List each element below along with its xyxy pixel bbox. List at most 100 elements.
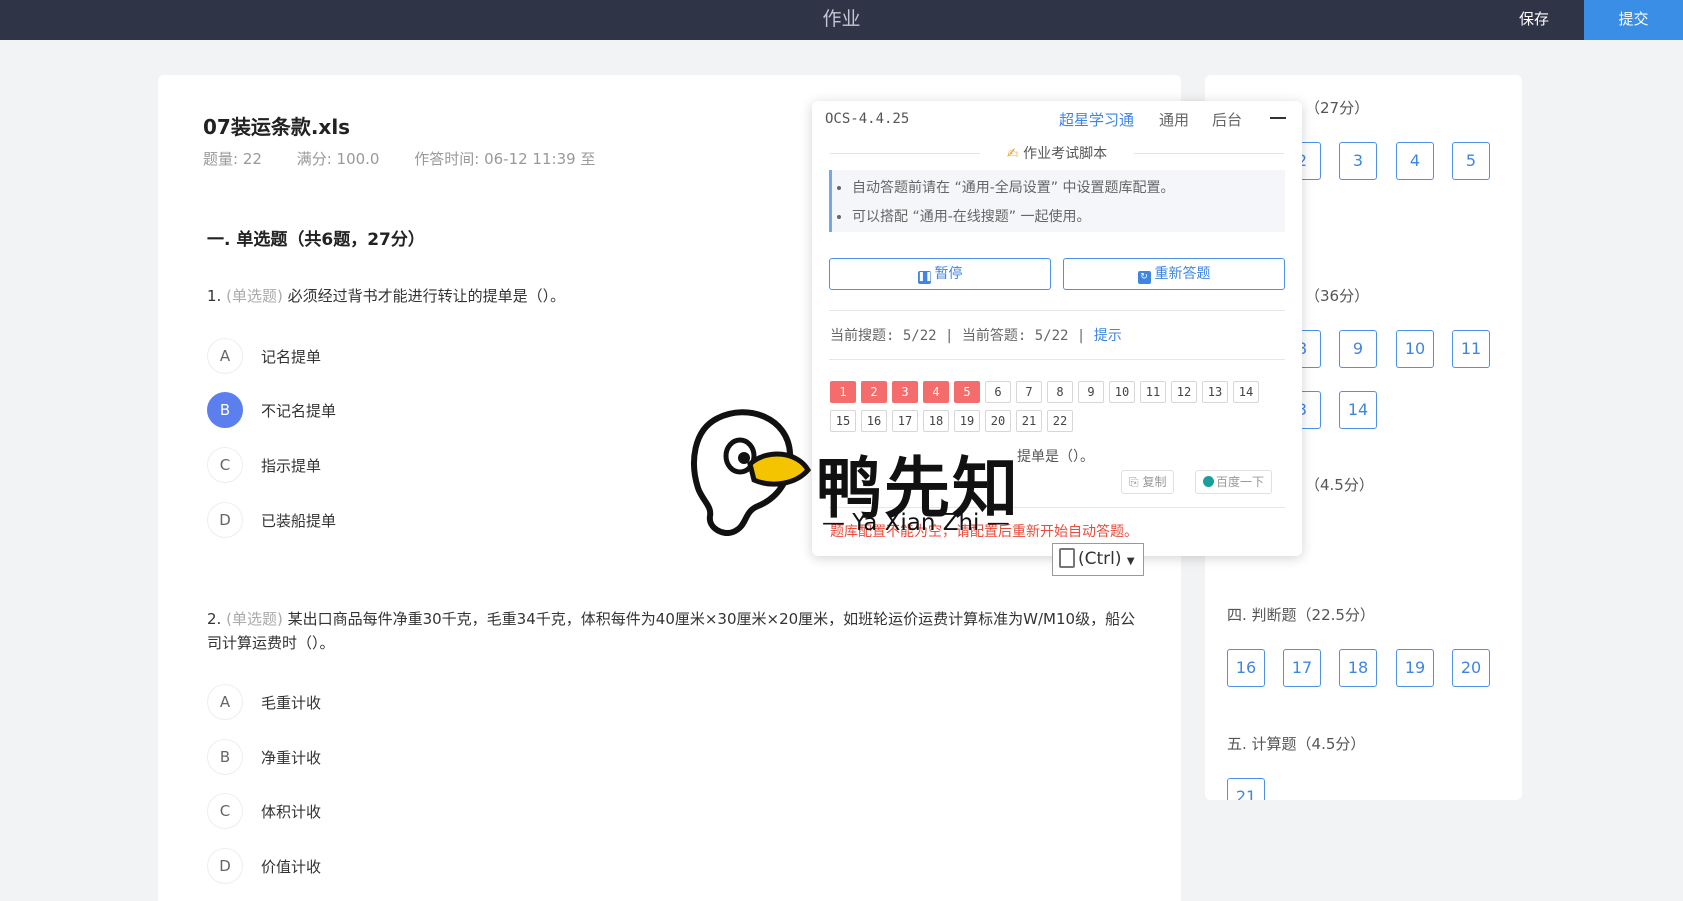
option-text: 价值计收 — [261, 857, 322, 876]
section-head: （36分） — [1305, 287, 1370, 305]
section-head: （4.5分） — [1305, 476, 1374, 494]
minimize-icon[interactable] — [1270, 117, 1286, 119]
option-a[interactable]: A 记名提单 — [207, 338, 321, 374]
answer-status-cell[interactable]: 12 — [1171, 381, 1197, 403]
doc-meta: 题量: 22 满分: 100.0 作答时间: 06-12 11:39 至 — [203, 148, 625, 169]
answer-status-cell[interactable]: 5 — [954, 381, 980, 403]
question-nav-button[interactable]: 17 — [1283, 649, 1321, 687]
baidu-icon — [1203, 476, 1214, 487]
tab-chaoxing[interactable]: 超星学习通 — [1059, 109, 1134, 130]
answer-status-cell[interactable]: 22 — [1047, 410, 1073, 432]
answer-status-cell[interactable]: 17 — [892, 410, 918, 432]
option-b[interactable]: B 不记名提单 — [207, 392, 336, 428]
answer-status-cell[interactable]: 10 — [1109, 381, 1135, 403]
answer-status-cell[interactable]: 21 — [1016, 410, 1042, 432]
pause-label: 暂停 — [934, 266, 963, 282]
tab-general[interactable]: 通用 — [1159, 109, 1189, 130]
question-stem: 某出口商品每件净重30千克，毛重34千克，体积每件为40厘米×30厘米×20厘米… — [207, 610, 1136, 652]
paste-options-button[interactable]: (Ctrl) ▼ — [1052, 543, 1144, 576]
baidu-button[interactable]: 百度一下 — [1195, 470, 1273, 494]
separator: | — [1076, 328, 1094, 344]
option-letter[interactable]: B — [207, 739, 243, 775]
section-head: （27分） — [1305, 99, 1370, 117]
question-nav-button[interactable]: 3 — [1339, 142, 1377, 180]
option-letter[interactable]: A — [207, 338, 243, 374]
option-c[interactable]: C 指示提单 — [207, 447, 321, 483]
answer-status-cell[interactable]: 2 — [861, 381, 887, 403]
watermark-subtext: — Ya Xian Zhi — — [822, 510, 1010, 536]
chevron-down-icon: ▼ — [1126, 556, 1135, 567]
answer-status-cell[interactable]: 6 — [985, 381, 1011, 403]
tab-backend[interactable]: 后台 — [1212, 109, 1242, 130]
search-progress: 当前搜题: 5/22 — [830, 328, 937, 344]
save-button[interactable]: 保存 — [1519, 0, 1549, 40]
pause-button[interactable]: ❚❚ 暂停 — [829, 258, 1051, 290]
option-letter[interactable]: C — [207, 793, 243, 829]
answer-status-cell[interactable]: 20 — [985, 410, 1011, 432]
section-title: 一. 单选题（共6题，27分） — [207, 230, 425, 250]
answer-status-cell[interactable]: 15 — [830, 410, 856, 432]
script-title-text: 作业考试脚本 — [1023, 146, 1108, 162]
tips-box: 自动答题前请在 “通用-全局设置” 中设置题库配置。 可以搭配 “通用-在线搜题… — [829, 170, 1285, 232]
question-type: (单选题) — [226, 610, 283, 628]
answer-status-cell[interactable]: 1 — [830, 381, 856, 403]
option-text: 体积计收 — [261, 802, 322, 821]
option-text: 记名提单 — [261, 347, 322, 366]
question-nav-button[interactable]: 5 — [1452, 142, 1490, 180]
question-stem: 必须经过背书才能进行转让的提单是（）。 — [287, 287, 566, 305]
copy-button[interactable]: ⎘ 复制 — [1121, 470, 1175, 494]
question-nav-button[interactable]: 11 — [1452, 330, 1490, 368]
question-nav-button[interactable]: 14 — [1339, 391, 1377, 429]
copy-label: 复制 — [1142, 475, 1167, 489]
copy-icon: ⎘ — [1129, 475, 1139, 489]
tip-item: 可以搭配 “通用-在线搜题” 一起使用。 — [852, 203, 1285, 232]
full-score: 满分: 100.0 — [296, 150, 380, 168]
answer-status-cell[interactable]: 19 — [954, 410, 980, 432]
answer-status-cell[interactable]: 11 — [1140, 381, 1166, 403]
question-nav-button[interactable]: 10 — [1396, 330, 1434, 368]
answer-time: 作答时间: 06-12 11:39 至 — [414, 150, 596, 168]
question-nav-button[interactable]: 21 — [1227, 778, 1265, 800]
option-text: 已装船提单 — [261, 511, 337, 530]
answer-status-cell[interactable]: 14 — [1233, 381, 1259, 403]
option-letter[interactable]: C — [207, 447, 243, 483]
question-nav-button[interactable]: 18 — [1339, 649, 1377, 687]
duck-logo — [691, 409, 812, 536]
option-letter[interactable]: D — [207, 848, 243, 884]
option-a[interactable]: A 毛重计收 — [207, 684, 321, 720]
answer-status-cell[interactable]: 7 — [1016, 381, 1042, 403]
divider — [829, 310, 1285, 311]
question-text: 2. (单选题) 某出口商品每件净重30千克，毛重34千克，体积每件为40厘米×… — [207, 607, 1147, 655]
question-nav-button[interactable]: 16 — [1227, 649, 1265, 687]
separator: | — [945, 328, 962, 344]
question-count: 题量: 22 — [203, 150, 262, 168]
option-letter[interactable]: A — [207, 684, 243, 720]
restart-button[interactable]: ↻ 重新答题 — [1063, 258, 1285, 290]
script-title: ✍ 作业考试脚本 — [830, 143, 1284, 163]
top-bar: 作业 保存 提交 — [0, 0, 1683, 40]
submit-button[interactable]: 提交 — [1584, 0, 1683, 40]
answer-status-cell[interactable]: 8 — [1047, 381, 1073, 403]
question-nav-button[interactable]: 9 — [1339, 330, 1377, 368]
hint-link[interactable]: 提示 — [1094, 328, 1122, 344]
question-nav-button[interactable]: 19 — [1396, 649, 1434, 687]
option-c[interactable]: C 体积计收 — [207, 793, 321, 829]
section-head: 五. 计算题（4.5分） — [1227, 735, 1366, 753]
answer-status-cell[interactable]: 4 — [923, 381, 949, 403]
answer-status-cell[interactable]: 18 — [923, 410, 949, 432]
answer-status-cell[interactable]: 3 — [892, 381, 918, 403]
option-d[interactable]: D 已装船提单 — [207, 502, 336, 538]
baidu-label: 百度一下 — [1216, 475, 1265, 489]
option-letter[interactable]: B — [207, 392, 243, 428]
answer-status-cell[interactable]: 13 — [1202, 381, 1228, 403]
option-d[interactable]: D 价值计收 — [207, 848, 321, 884]
pause-icon: ❚❚ — [917, 271, 933, 284]
question-nav-button[interactable]: 4 — [1396, 142, 1434, 180]
option-b[interactable]: B 净重计收 — [207, 739, 321, 775]
option-text: 净重计收 — [261, 748, 322, 767]
question-nav-button[interactable]: 20 — [1452, 649, 1490, 687]
option-letter[interactable]: D — [207, 502, 243, 538]
answer-status-cell[interactable]: 16 — [861, 410, 887, 432]
current-question: 提单是（）。 — [1017, 449, 1094, 465]
answer-status-cell[interactable]: 9 — [1078, 381, 1104, 403]
